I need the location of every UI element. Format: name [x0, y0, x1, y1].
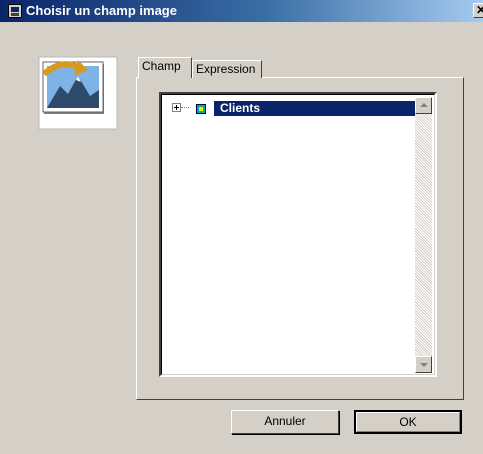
ok-button[interactable]: OK — [354, 410, 462, 434]
vertical-scrollbar[interactable] — [415, 97, 432, 373]
expand-icon[interactable] — [172, 103, 181, 112]
picture-import-icon — [38, 56, 118, 130]
close-icon: ✕ — [475, 3, 483, 17]
window-title: Choisir un champ image — [26, 3, 177, 18]
tab-expression[interactable]: Expression — [192, 60, 262, 78]
tree-item-label[interactable]: Clients — [214, 101, 421, 116]
tab-champ[interactable]: Champ — [138, 57, 192, 78]
close-button[interactable]: ✕ — [473, 3, 483, 18]
title-bar: Choisir un champ image ✕ — [0, 0, 483, 22]
cancel-button[interactable]: Annuler — [231, 410, 339, 434]
tab-expression-label: Expression — [196, 62, 256, 76]
cancel-button-label: Annuler — [264, 414, 306, 428]
ok-button-label: OK — [356, 412, 460, 432]
table-icon — [196, 104, 206, 114]
tree-connector — [181, 107, 189, 108]
app-window-icon[interactable] — [8, 4, 22, 18]
tab-champ-label: Champ — [142, 59, 181, 73]
scroll-up-button[interactable] — [415, 97, 432, 114]
scroll-down-button[interactable] — [415, 356, 432, 373]
field-tree-view[interactable]: Clients — [159, 92, 437, 377]
